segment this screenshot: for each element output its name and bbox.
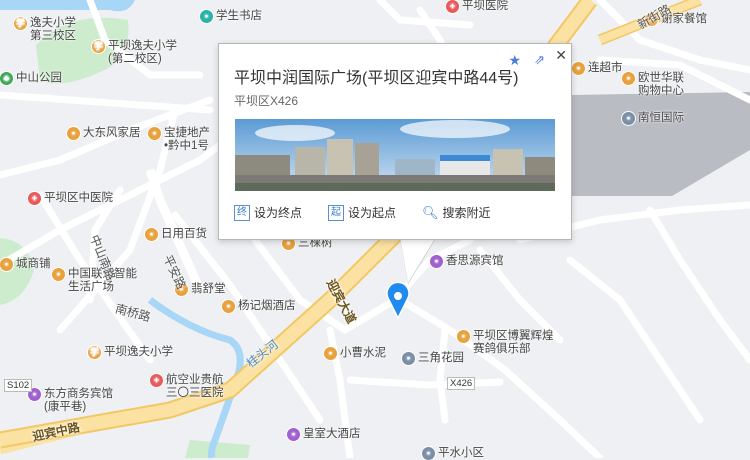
poi-marker[interactable]: ▪ 三角花园 [402, 352, 464, 365]
popup-title: 平坝中润国际广场(平坝区迎宾中路44号) [234, 70, 519, 87]
poi-marker[interactable]: ▪ 城商铺 [0, 258, 51, 271]
poi-label: 平坝医院 [462, 0, 508, 12]
set-destination-label: 设为终点 [254, 206, 303, 220]
shop-icon: ▪ [67, 127, 80, 140]
favorite-star-icon[interactable]: ★ [508, 52, 521, 69]
poi-label: 三〇三医院 [166, 387, 224, 399]
poi-label: 连超市 [588, 62, 623, 74]
poi-marker[interactable]: ▪ 皇室大酒店 [287, 428, 361, 441]
shop-icon: ▪ [572, 62, 585, 75]
poi-marker[interactable]: ▪ 中国联通智能 生活广场 [52, 268, 137, 294]
hospital-icon: + [150, 374, 163, 387]
hotel-icon: ▪ [287, 428, 300, 441]
popup-pointer [400, 237, 436, 283]
poi-marker[interactable]: ▪ 东方商务宾馆 (康平巷) [28, 388, 113, 414]
poi-marker[interactable]: ♣ 中山公园 [0, 72, 62, 85]
poi-label: 平坝区博翼辉煌 [473, 330, 554, 342]
poi-label: 翡舒堂 [191, 283, 226, 295]
poi-label: 生活广场 [68, 281, 114, 293]
poi-label: 购物中心 [638, 85, 684, 97]
poi-marker[interactable]: + 平坝区中医院 [28, 192, 113, 205]
building-icon: ▪ [402, 352, 415, 365]
poi-label: 宝捷地产 [164, 127, 210, 139]
popup-subtitle: 平坝区X426 [234, 94, 299, 108]
building-icon: ▪ [622, 112, 635, 125]
poi-label: 中山公园 [16, 72, 62, 84]
shop-icon: ▪ [222, 300, 235, 313]
poi-marker[interactable]: 学逸夫小学 第三校区 [14, 17, 76, 43]
destination-icon: 终 [234, 204, 250, 221]
school-icon: 学 [92, 40, 105, 53]
search-nearby-label: 搜索附近 [442, 206, 491, 220]
club-icon: ▪ [457, 330, 470, 343]
search-icon: 🔍︎ [422, 204, 439, 220]
poi-marker[interactable]: + 航空业贵航 三〇三医院 [150, 374, 224, 400]
water-area [0, 0, 135, 12]
shop-icon: ▪ [622, 72, 635, 85]
poi-marker[interactable]: 学平坝逸夫小学 (第二校区) [92, 40, 177, 66]
road-badge-x426: X426 [447, 377, 476, 390]
school-icon: 学 [88, 346, 101, 359]
poi-label: 日用百货 [161, 228, 207, 240]
poi-marker[interactable]: ▪ 宝捷地产 •黔中1号 [148, 127, 210, 153]
poi-label: 皇室大酒店 [303, 428, 361, 440]
shop-icon: ▪ [200, 10, 213, 23]
hospital-icon: + [28, 192, 41, 205]
poi-marker[interactable]: ▪ 欧世华联 购物中心 [622, 72, 684, 98]
poi-marker[interactable]: ▪ 平坝区博翼辉煌 赛鸽俱乐部 [457, 330, 554, 356]
shop-icon: ▪ [324, 347, 337, 360]
poi-marker[interactable]: ▪ 南恒国际 [622, 112, 684, 125]
poi-label: 第三校区 [30, 30, 76, 42]
building-icon: ▪ [148, 127, 161, 140]
poi-label: 大东风家居 [83, 127, 141, 139]
poi-label: 赛鸽俱乐部 [473, 343, 531, 355]
building-icon: ▪ [422, 447, 435, 460]
poi-label: (康平巷) [44, 401, 87, 413]
poi-label: 平坝逸夫小学 [104, 346, 173, 358]
shop-icon: ▪ [52, 268, 65, 281]
poi-marker[interactable]: ▪ 大东风家居 [67, 127, 141, 140]
shop-icon: ▪ [145, 228, 158, 241]
origin-icon: 起 [328, 204, 345, 221]
poi-label: 学生书店 [216, 10, 262, 22]
poi-label: 小曹水泥 [340, 347, 386, 359]
set-destination-button[interactable]: 终 设为终点 [234, 204, 302, 221]
info-popup: 平坝中润国际广场(平坝区迎宾中路44号) 平坝区X426 ★ ⇗ ✕ 终 设为终… [218, 43, 572, 240]
share-icon[interactable]: ⇗ [534, 52, 545, 68]
poi-marker[interactable]: ▪ 日用百货 [145, 228, 207, 241]
set-origin-button[interactable]: 起 设为起点 [328, 204, 396, 221]
shop-icon: ▪ [0, 258, 13, 271]
poi-marker[interactable]: ▪ 连超市 [572, 62, 623, 75]
poi-label: 欧世华联 [638, 72, 684, 84]
park-icon: ♣ [0, 72, 13, 85]
poi-label: 杨记烟酒店 [238, 300, 296, 312]
poi-label: 香思源宾馆 [446, 255, 504, 267]
search-nearby-button[interactable]: 🔍︎ 搜索附近 [422, 204, 491, 221]
poi-label: 平坝区中医院 [44, 192, 113, 204]
poi-label: 航空业贵航 [166, 374, 224, 386]
poi-marker[interactable]: ▪ 学生书店 [200, 10, 262, 23]
poi-label: 东方商务宾馆 [44, 388, 113, 400]
poi-marker[interactable]: ▪ 小曹水泥 [324, 347, 386, 360]
poi-label: (第二校区) [108, 53, 162, 65]
street-panorama-photo[interactable] [235, 119, 555, 191]
school-icon: 学 [14, 17, 27, 30]
poi-label: 城商铺 [16, 258, 51, 270]
poi-marker[interactable]: + 平坝医院 [446, 0, 508, 13]
poi-marker[interactable]: ▪ 杨记烟酒店 [222, 300, 296, 313]
poi-label: •黔中1号 [164, 140, 209, 152]
hospital-icon: + [446, 0, 459, 13]
poi-marker[interactable]: ▪ 平水小区 [422, 447, 484, 460]
poi-marker[interactable]: 学平坝逸夫小学 [88, 346, 173, 359]
poi-marker[interactable]: ▪ 香思源宾馆 [430, 255, 504, 268]
poi-label: 平水小区 [438, 447, 484, 459]
road-badge-s102: S102 [4, 379, 33, 392]
set-origin-label: 设为起点 [348, 206, 397, 220]
poi-label: 三角花园 [418, 352, 464, 364]
close-button[interactable]: ✕ [555, 47, 567, 64]
poi-label: 平坝逸夫小学 [108, 40, 177, 52]
poi-label: 南恒国际 [638, 112, 684, 124]
poi-label: 逸夫小学 [30, 17, 76, 29]
popup-actions: 终 设为终点 起 设为起点 🔍︎ 搜索附近 [234, 204, 491, 221]
